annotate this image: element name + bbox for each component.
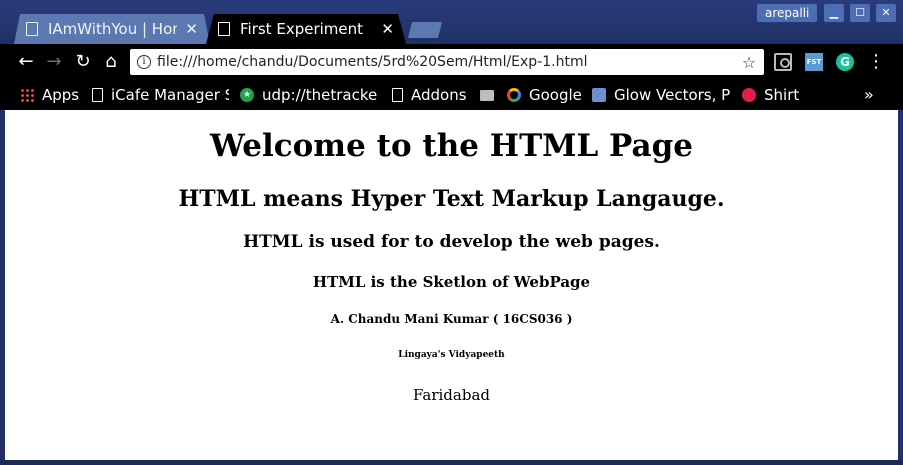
bookmark-addons[interactable]: Addons <box>392 80 472 110</box>
profile-button[interactable]: arepalli <box>757 4 818 22</box>
bookmark-star-icon[interactable]: ☆ <box>738 53 760 72</box>
bookmark-label: Glow Vectors, Ph <box>614 86 730 104</box>
bookmark-udp[interactable]: ★ udp://thetracker <box>240 80 378 110</box>
tab-close-icon[interactable]: ✕ <box>185 20 198 38</box>
minimize-button[interactable]: ▁ <box>824 4 844 22</box>
bookmark-shirt[interactable]: Shirt <box>742 80 802 110</box>
browser-toolbar: ← → ↻ ⌂ i file:///home/chandu/Documents/… <box>0 44 903 80</box>
heading-1: Welcome to the HTML Page <box>209 128 694 164</box>
page-icon <box>26 22 38 36</box>
bookmark-label: udp://thetracker <box>262 86 378 104</box>
glow-icon <box>592 88 606 102</box>
heading-4: HTML is the Sketlon of WebPage <box>312 273 591 291</box>
tab-first-experiment[interactable]: First Experiment ✕ <box>206 14 406 44</box>
bookmark-label: Addons <box>411 86 467 104</box>
grammarly-extension-icon[interactable]: G <box>836 53 854 71</box>
bookmark-glow-vectors[interactable]: Glow Vectors, Ph <box>592 80 730 110</box>
reload-icon[interactable]: ↻ <box>71 50 95 74</box>
page-icon <box>392 88 403 102</box>
window-bottom-border <box>0 460 903 465</box>
star-badge-icon: ★ <box>240 88 254 102</box>
page-icon <box>218 22 230 36</box>
bookmark-apps[interactable]: Apps <box>20 80 84 110</box>
folder-icon <box>480 89 494 101</box>
bookmark-folder[interactable] <box>480 80 496 110</box>
address-bar[interactable]: i file:///home/chandu/Documents/5rd%20Se… <box>130 49 764 75</box>
maximize-button[interactable]: ☐ <box>850 4 870 22</box>
bookmark-label: Shirt <box>764 86 800 104</box>
browser-window: IAmWithYou | Home ✕ First Experiment ✕ a… <box>0 0 903 465</box>
camera-extension-icon[interactable] <box>774 53 792 71</box>
tab-label: IAmWithYou | Home <box>48 20 177 38</box>
page-content: Welcome to the HTML Page HTML means Hype… <box>5 110 898 460</box>
tab-label: First Experiment <box>240 20 364 38</box>
paragraph-city: Faridabad <box>413 386 490 404</box>
bookmark-label: iCafe Manager Se <box>111 86 229 104</box>
title-bar: IAmWithYou | Home ✕ First Experiment ✕ a… <box>0 0 903 44</box>
page-icon <box>92 88 103 102</box>
apps-grid-icon <box>20 88 34 102</box>
google-icon <box>507 88 521 102</box>
bookmark-label: Google <box>529 86 582 104</box>
heading-3: HTML is used for to develop the web page… <box>243 232 660 252</box>
new-tab-button[interactable] <box>408 22 442 38</box>
back-arrow-icon[interactable]: ← <box>14 50 38 74</box>
bookmarks-bar: Apps iCafe Manager Se ★ udp://thetracker… <box>0 80 903 110</box>
close-window-button[interactable]: ✕ <box>876 4 896 22</box>
bookmark-icafe[interactable]: iCafe Manager Se <box>92 80 229 110</box>
url-text[interactable]: file:///home/chandu/Documents/5rd%20Sem/… <box>157 54 738 70</box>
info-icon[interactable]: i <box>137 55 151 69</box>
bookmark-label: Apps <box>42 86 80 104</box>
heading-2: HTML means Hyper Text Markup Langauge. <box>178 186 725 212</box>
tab-iamwithyou[interactable]: IAmWithYou | Home ✕ <box>14 14 210 44</box>
bookmarks-overflow-chevron-icon[interactable]: » <box>864 80 874 110</box>
tab-close-icon[interactable]: ✕ <box>381 20 394 38</box>
bookmark-google[interactable]: Google <box>507 80 585 110</box>
shirt-icon <box>742 88 756 102</box>
forward-arrow-icon[interactable]: → <box>42 50 66 74</box>
fst-extension-icon[interactable]: FST <box>805 53 823 71</box>
heading-6: Lingaya's Vidyapeeth <box>398 350 505 360</box>
heading-5: A. Chandu Mani Kumar ( 16CS036 ) <box>330 312 573 326</box>
menu-kebab-icon[interactable]: ⋮ <box>866 50 886 74</box>
home-icon[interactable]: ⌂ <box>99 50 123 74</box>
